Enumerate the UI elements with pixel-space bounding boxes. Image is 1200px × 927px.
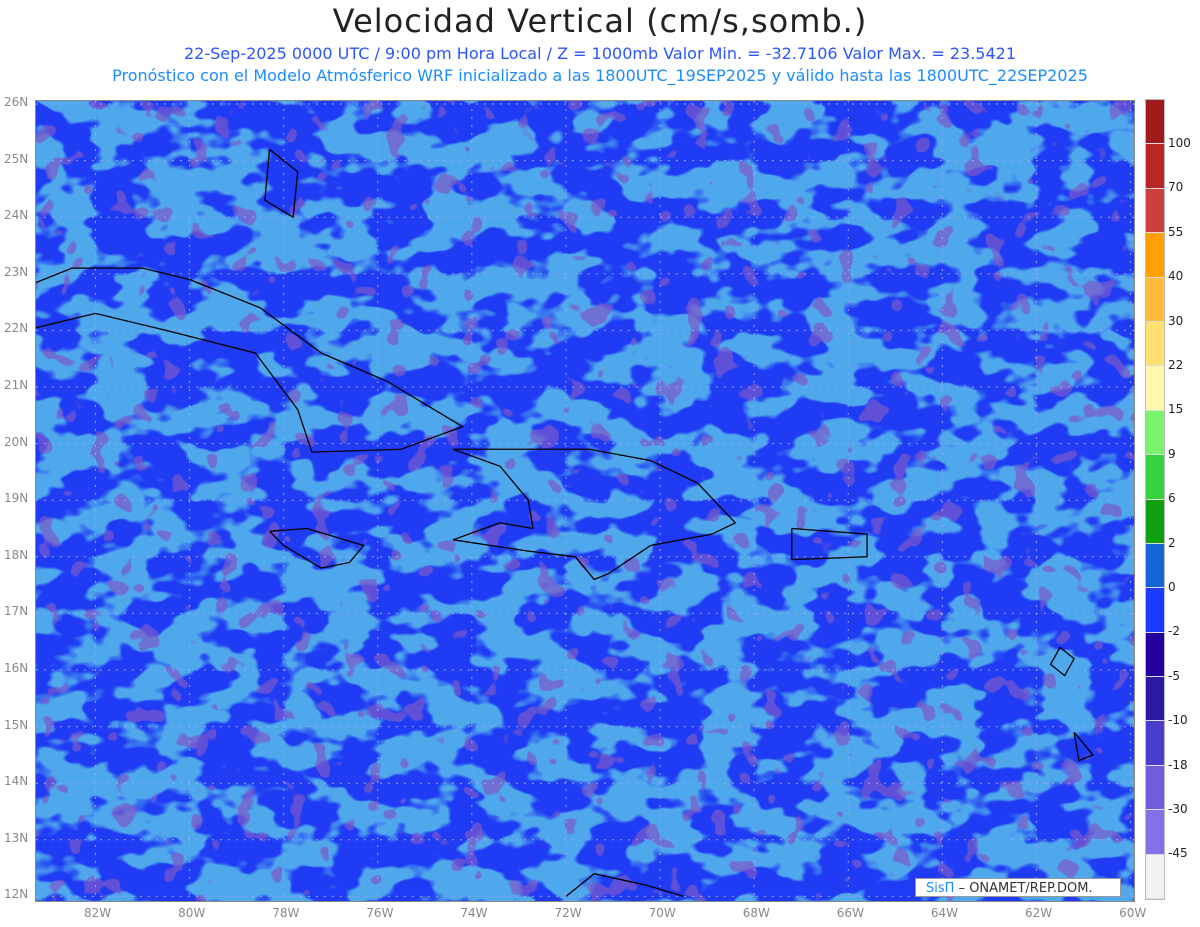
- lon-label: 78W: [272, 906, 300, 920]
- lat-label: 16N: [4, 661, 29, 675]
- lat-label: 14N: [4, 774, 29, 789]
- colorbar-swatch: [1146, 277, 1164, 322]
- lat-label: 23N: [4, 264, 29, 279]
- logo-org: – ONAMET/REP.DOM.: [958, 881, 1093, 896]
- lat-label: 18N: [4, 547, 29, 562]
- lat-label: 15N: [4, 717, 29, 732]
- lon-label: 62W: [1025, 906, 1053, 920]
- lat-label: 19N: [4, 491, 29, 506]
- vertical-velocity-map: [35, 100, 1135, 902]
- colorbar-swatch: [1146, 188, 1164, 234]
- colorbar-swatch: [1146, 100, 1164, 145]
- colorbar-swatch: [1146, 854, 1164, 900]
- map-title: Velocidad Vertical (cm/s,somb.): [332, 2, 868, 40]
- lon-label: 68W: [742, 906, 770, 920]
- colorbar-label: 22: [1168, 358, 1184, 372]
- lon-label: 82W: [84, 906, 112, 920]
- colorbar-swatch: [1146, 233, 1164, 278]
- lon-label: 70W: [648, 906, 676, 920]
- colorbar-swatch: [1146, 410, 1164, 456]
- colorbar-swatch: [1146, 543, 1164, 589]
- colorbar-swatch: [1146, 499, 1164, 544]
- lat-label: 21N: [4, 378, 29, 392]
- downward-motion-cells: [36, 101, 1134, 901]
- logo-brand: SisΠ: [926, 881, 955, 896]
- lon-label: 66W: [836, 906, 864, 920]
- colorbar-label: -10: [1168, 713, 1188, 728]
- colorbar-label: 70: [1168, 180, 1184, 195]
- colorbar-label: -18: [1168, 757, 1188, 772]
- lat-label: 24N: [4, 208, 29, 223]
- lat-label: 26N: [4, 95, 29, 109]
- subtitle-model-info: Pronóstico con el Modelo Atmósferico WRF…: [112, 66, 1088, 85]
- colorbar-label: -5: [1168, 668, 1180, 683]
- lon-label: 74W: [460, 906, 488, 920]
- colorbar: [1145, 99, 1165, 901]
- lat-label: 13N: [4, 830, 29, 845]
- colorbar-swatch: [1146, 765, 1164, 811]
- subtitle-valid-time: 22-Sep-2025 0000 UTC / 9:00 pm Hora Loca…: [184, 44, 1016, 63]
- lon-label: 76W: [366, 906, 394, 920]
- colorbar-swatch: [1146, 677, 1164, 722]
- colorbar-swatch: [1146, 588, 1164, 633]
- colorbar-swatch: [1146, 632, 1164, 678]
- colorbar-label: 15: [1168, 402, 1184, 417]
- colorbar-swatch: [1146, 810, 1164, 855]
- colorbar-swatch: [1146, 144, 1164, 189]
- lon-label: 64W: [930, 906, 959, 920]
- colorbar-label: 100: [1168, 136, 1191, 150]
- colorbar-swatch: [1146, 455, 1164, 500]
- colorbar-swatch: [1146, 321, 1164, 367]
- colorbar-label: -2: [1168, 624, 1180, 639]
- colorbar-label: 30: [1168, 313, 1184, 328]
- lat-label: 12N: [4, 887, 29, 902]
- lon-label: 60W: [1119, 906, 1147, 920]
- lon-label: 80W: [178, 906, 206, 920]
- logo: SisΠ – ONAMET/REP.DOM.: [915, 878, 1121, 897]
- colorbar-label: -45: [1168, 846, 1188, 861]
- colorbar-label: 40: [1168, 269, 1184, 284]
- colorbar-label: 9: [1168, 446, 1176, 461]
- colorbar-label: -30: [1168, 802, 1188, 816]
- colorbar-swatch: [1146, 366, 1164, 411]
- colorbar-label: 6: [1168, 491, 1176, 506]
- lon-label: 72W: [554, 906, 582, 920]
- colorbar-label: 2: [1168, 535, 1176, 550]
- lat-label: 25N: [4, 151, 29, 166]
- lat-label: 17N: [4, 604, 29, 619]
- colorbar-label: 0: [1168, 580, 1176, 594]
- colorbar-swatch: [1146, 721, 1164, 766]
- colorbar-label: 55: [1168, 224, 1184, 239]
- lat-label: 20N: [4, 434, 29, 449]
- lat-label: 22N: [4, 321, 29, 336]
